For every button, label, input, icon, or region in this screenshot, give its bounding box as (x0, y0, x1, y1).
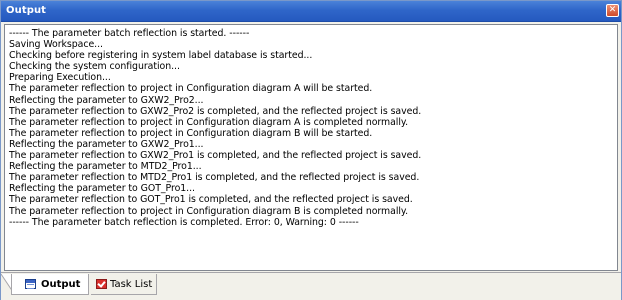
title-bar[interactable]: Output ✕ (1, 1, 621, 22)
log-line: Checking the system configuration... (9, 61, 180, 73)
tab-output-label: Output (41, 279, 81, 290)
window-title: Output (6, 5, 47, 16)
log-line: ------ The parameter batch reflection is… (9, 216, 359, 228)
task-list-check-icon (96, 279, 107, 289)
log-line: Reflecting the parameter to GOT_Pro1... (9, 183, 195, 195)
bottom-tab-bar: Output Task List (1, 272, 621, 300)
output-log-pane[interactable]: ------ The parameter batch reflection is… (4, 24, 618, 271)
log-line: The parameter reflection to project in C… (9, 83, 373, 95)
log-line: The parameter reflection to project in C… (9, 116, 409, 128)
close-icon: ✕ (608, 5, 617, 15)
log-line: The parameter reflection to GOT_Pro1 is … (9, 194, 413, 206)
output-window-icon (25, 279, 36, 289)
tab-task-list[interactable]: Task List (91, 274, 157, 295)
log-line: ------ The parameter batch reflection is… (9, 28, 250, 39)
close-button[interactable]: ✕ (606, 4, 619, 17)
log-line: The parameter reflection to GXW2_Pro1 is… (9, 150, 422, 162)
log-line: Checking before registering in system la… (9, 50, 313, 62)
output-window: Output ✕ ------ The parameter batch refl… (0, 0, 622, 300)
output-log-lines: ------ The parameter batch reflection is… (9, 28, 421, 228)
log-line: Preparing Execution... (9, 72, 111, 84)
log-line: Reflecting the parameter to MTD2_Pro1... (9, 161, 202, 173)
log-line: The parameter reflection to project in C… (9, 127, 373, 139)
tab-task-list-label: Task List (110, 279, 153, 290)
log-line: Saving Workspace... (9, 39, 103, 51)
log-line: The parameter reflection to GXW2_Pro2 is… (9, 105, 422, 117)
log-line: Reflecting the parameter to GXW2_Pro2... (9, 94, 204, 106)
tab-output[interactable]: Output (11, 274, 89, 295)
log-line: The parameter reflection to project in C… (9, 205, 409, 217)
log-line: Reflecting the parameter to GXW2_Pro1... (9, 138, 204, 150)
log-line: The parameter reflection to MTD2_Pro1 is… (9, 172, 420, 184)
